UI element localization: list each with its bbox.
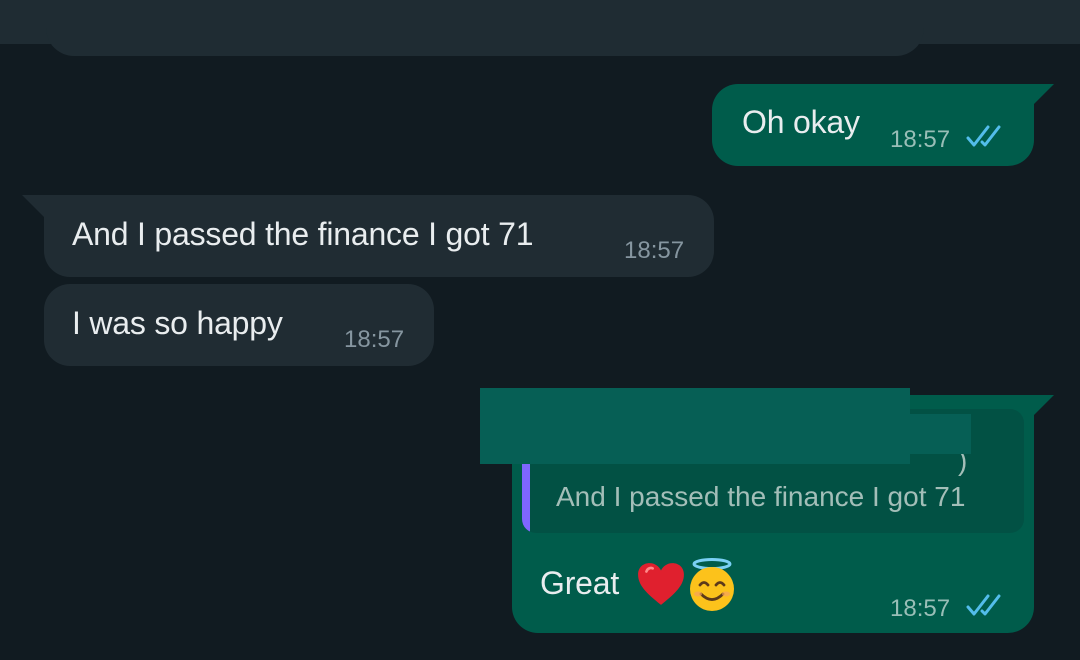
redaction-block	[480, 388, 910, 464]
bubble-tail	[22, 195, 44, 217]
double-check-icon	[966, 125, 1001, 147]
message-bubble-incoming[interactable]: And I passed the finance I got 71 18:57	[22, 195, 714, 277]
red-heart-icon	[638, 563, 684, 605]
message-text: And I passed the finance I got 71	[72, 216, 534, 252]
message-bubble-incoming[interactable]: I was so happy 18:57	[44, 284, 434, 366]
message-text: Great	[540, 565, 620, 601]
bubble-tail	[1032, 395, 1054, 417]
message-time: 18:57	[344, 326, 405, 353]
quoted-text: And I passed the finance I got 71	[556, 481, 966, 512]
message-time: 18:57	[890, 126, 951, 153]
message-bubble-outgoing[interactable]: Oh okay 18:57	[712, 84, 1054, 166]
chat-screen: Oh okay 18:57 And I passed the finance I…	[0, 0, 1080, 660]
previous-message-bubble[interactable]	[46, 0, 924, 56]
message-text: Oh okay	[742, 104, 860, 140]
message-text: I was so happy	[72, 305, 283, 341]
message-time: 18:57	[624, 237, 685, 264]
double-check-icon	[966, 594, 1001, 616]
smiling-face-with-halo-icon	[690, 558, 734, 611]
redaction-block	[905, 414, 971, 454]
bubble-tail	[1032, 84, 1054, 106]
message-time: 18:57	[890, 595, 951, 622]
